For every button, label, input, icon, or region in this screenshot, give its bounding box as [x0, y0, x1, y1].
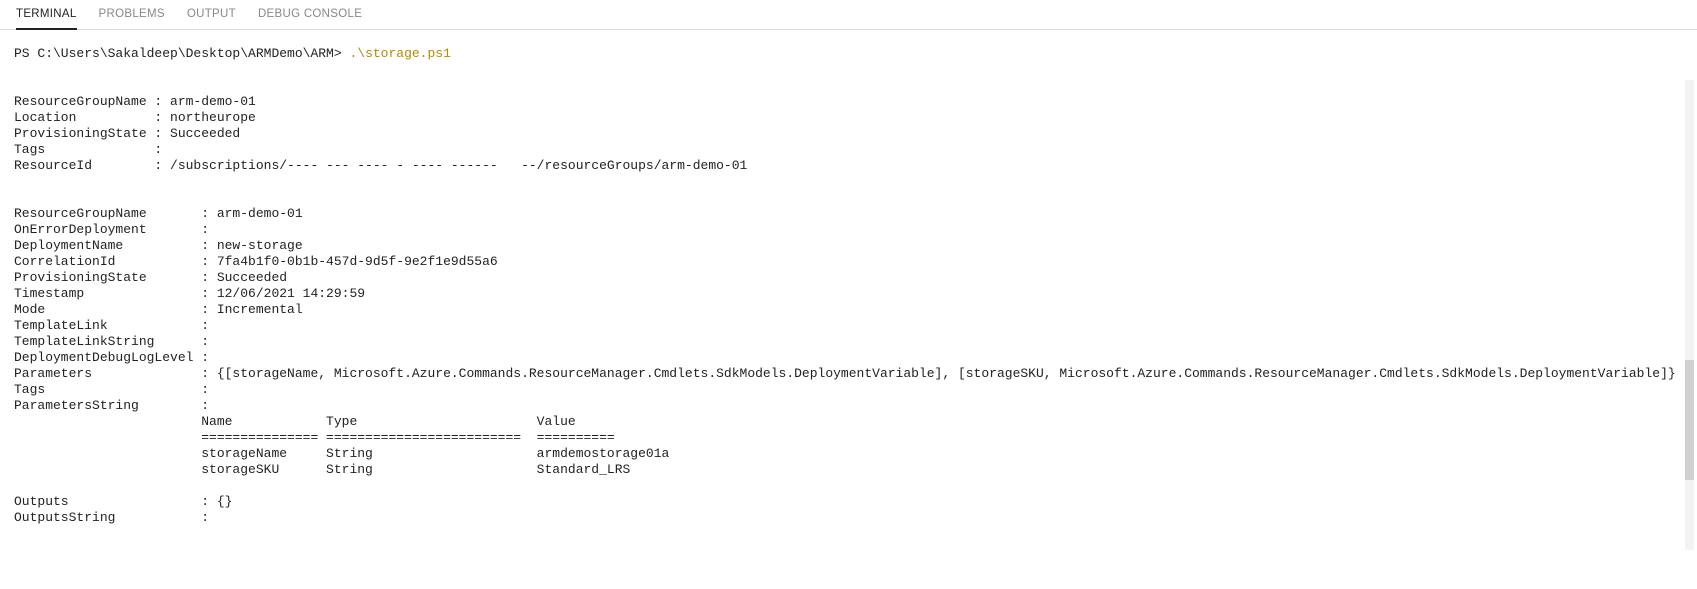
- scrollbar-thumb[interactable]: [1685, 360, 1694, 480]
- tab-output[interactable]: OUTPUT: [187, 6, 236, 29]
- tab-terminal[interactable]: TERMINAL: [16, 6, 77, 30]
- terminal-output[interactable]: PS C:\Users\Sakaldeep\Desktop\ARMDemo\AR…: [0, 30, 1697, 546]
- panel-tab-bar: TERMINAL PROBLEMS OUTPUT DEBUG CONSOLE: [0, 0, 1697, 30]
- tab-problems[interactable]: PROBLEMS: [99, 6, 165, 29]
- scrollbar[interactable]: [1685, 80, 1694, 550]
- tab-debug-console[interactable]: DEBUG CONSOLE: [258, 6, 362, 29]
